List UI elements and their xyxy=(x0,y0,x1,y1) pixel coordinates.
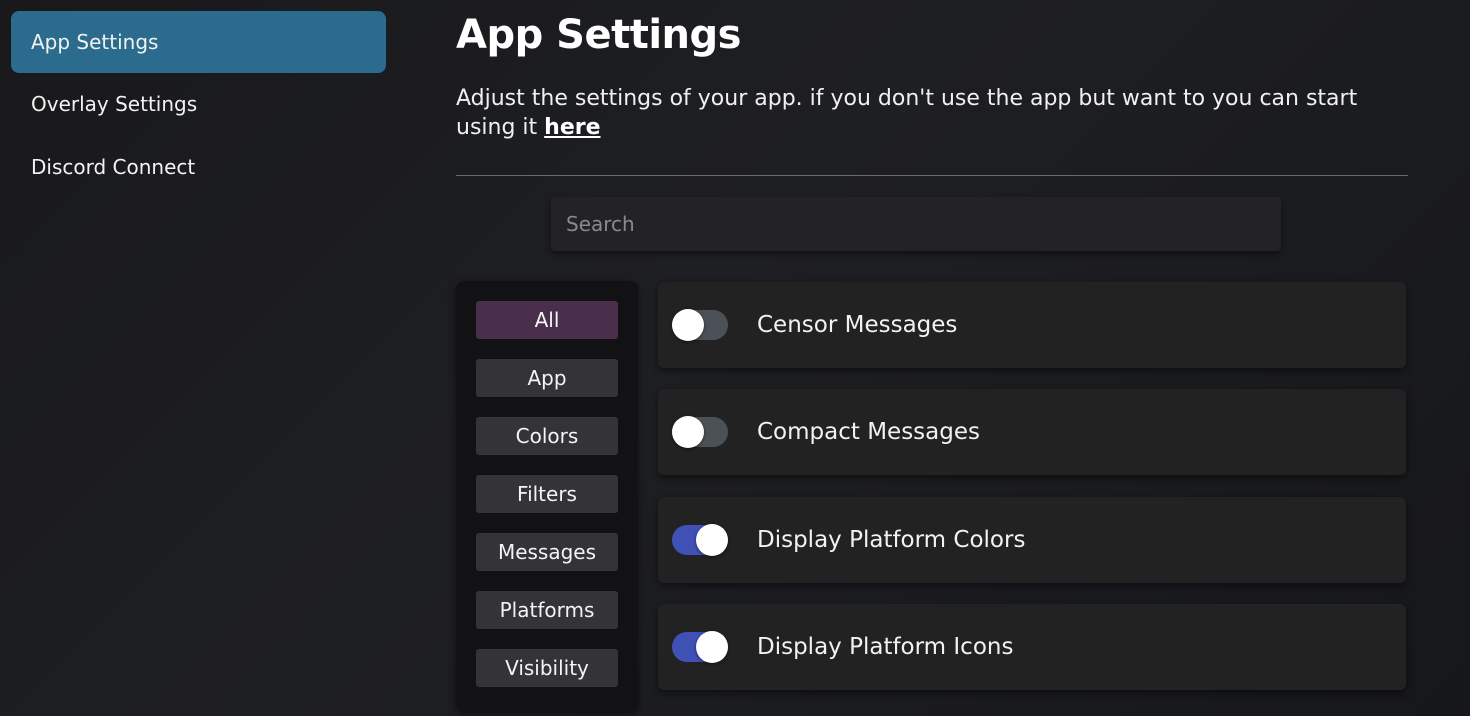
sidebar: App Settings Overlay Settings Discord Co… xyxy=(0,0,400,716)
filter-all-button[interactable]: All xyxy=(476,301,618,339)
setting-card-display-platform-icons: Display Platform Icons xyxy=(658,604,1406,690)
toggle-knob xyxy=(672,309,704,341)
filter-colors-button[interactable]: Colors xyxy=(476,417,618,455)
sidebar-item-label: App Settings xyxy=(31,30,159,54)
page-title: App Settings xyxy=(456,12,741,58)
toggle-knob xyxy=(696,524,728,556)
setting-card-censor-messages: Censor Messages xyxy=(658,282,1406,368)
search-input[interactable] xyxy=(551,197,1281,251)
filter-visibility-button[interactable]: Visibility xyxy=(476,649,618,687)
filter-messages-button[interactable]: Messages xyxy=(476,533,618,571)
filter-filters-button[interactable]: Filters xyxy=(476,475,618,513)
sidebar-item-label: Discord Connect xyxy=(31,155,196,179)
setting-card-compact-messages: Compact Messages xyxy=(658,389,1406,475)
sidebar-item-discord-connect[interactable]: Discord Connect xyxy=(11,136,386,198)
sidebar-item-app-settings[interactable]: App Settings xyxy=(11,11,386,73)
display-platform-colors-toggle[interactable] xyxy=(672,524,728,556)
main-content: App Settings Adjust the settings of your… xyxy=(456,0,1408,716)
censor-messages-toggle[interactable] xyxy=(672,309,728,341)
setting-card-display-platform-colors: Display Platform Colors xyxy=(658,497,1406,583)
setting-label: Censor Messages xyxy=(757,312,958,338)
toggle-knob xyxy=(672,416,704,448)
display-platform-icons-toggle[interactable] xyxy=(672,631,728,663)
setting-label: Display Platform Colors xyxy=(757,527,1026,553)
sidebar-item-label: Overlay Settings xyxy=(31,92,198,116)
divider xyxy=(456,175,1408,176)
page-description: Adjust the settings of your app. if you … xyxy=(456,84,1408,142)
setting-label: Display Platform Icons xyxy=(757,634,1014,660)
filter-panel: All App Colors Filters Messages Platform… xyxy=(456,281,638,711)
compact-messages-toggle[interactable] xyxy=(672,416,728,448)
start-using-link[interactable]: here xyxy=(544,115,600,140)
filter-platforms-button[interactable]: Platforms xyxy=(476,591,618,629)
sidebar-item-overlay-settings[interactable]: Overlay Settings xyxy=(11,73,386,135)
filter-app-button[interactable]: App xyxy=(476,359,618,397)
toggle-knob xyxy=(696,631,728,663)
setting-label: Compact Messages xyxy=(757,419,980,445)
